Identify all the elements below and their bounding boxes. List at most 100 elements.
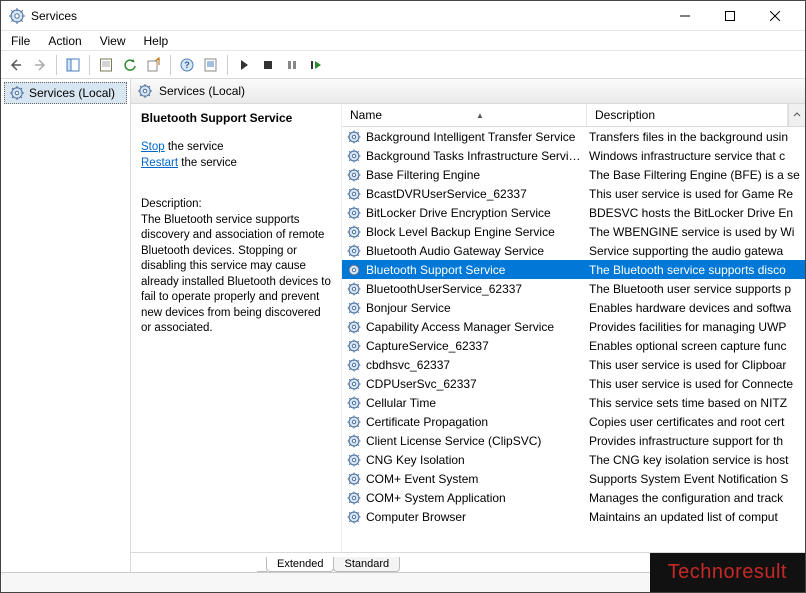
gear-icon (137, 83, 153, 99)
service-name: Background Intelligent Transfer Service (366, 130, 585, 144)
service-description: This user service is used for Connecte (585, 377, 805, 391)
service-description: The Bluetooth user service supports p (585, 282, 805, 296)
service-description: This user service is used for Game Re (585, 187, 805, 201)
menu-action[interactable]: Action (40, 32, 89, 50)
service-name: Block Level Backup Engine Service (366, 225, 585, 239)
pause-service-button[interactable] (281, 54, 303, 76)
service-name: COM+ System Application (366, 491, 585, 505)
gear-icon (346, 300, 362, 316)
separator (56, 55, 57, 75)
gear-icon (346, 262, 362, 278)
service-row[interactable]: BcastDVRUserService_62337This user servi… (342, 184, 805, 203)
service-name: Bonjour Service (366, 301, 585, 315)
service-row[interactable]: Base Filtering EngineThe Base Filtering … (342, 165, 805, 184)
service-description: Copies user certificates and root cert (585, 415, 805, 429)
service-row[interactable]: cbdhsvc_62337This user service is used f… (342, 355, 805, 374)
service-name: CaptureService_62337 (366, 339, 585, 353)
gear-icon (346, 433, 362, 449)
service-row[interactable]: Bluetooth Audio Gateway ServiceService s… (342, 241, 805, 260)
service-row[interactable]: Client License Service (ClipSVC)Provides… (342, 431, 805, 450)
service-description: Transfers files in the background usin (585, 130, 805, 144)
service-description: Provides infrastructure support for th (585, 434, 805, 448)
service-name: Base Filtering Engine (366, 168, 585, 182)
back-button[interactable] (5, 54, 27, 76)
menubar: File Action View Help (1, 31, 805, 51)
start-service-button[interactable] (233, 54, 255, 76)
gear-icon (346, 129, 362, 145)
separator (89, 55, 90, 75)
stop-service-line: Stop the service (141, 140, 331, 156)
service-description: Maintains an updated list of comput (585, 510, 805, 524)
forward-button[interactable] (29, 54, 51, 76)
restart-link[interactable]: Restart (141, 157, 178, 169)
refresh-button[interactable] (119, 54, 141, 76)
toolbar: ? (1, 51, 805, 79)
gear-icon (346, 509, 362, 525)
scroll-up-icon[interactable] (788, 104, 805, 126)
gear-icon (9, 85, 25, 101)
service-row[interactable]: Block Level Backup Engine ServiceThe WBE… (342, 222, 805, 241)
services-list: Name▲ Description Background Intelligent… (341, 104, 805, 552)
service-row[interactable]: Bluetooth Support ServiceThe Bluetooth s… (342, 260, 805, 279)
service-row[interactable]: Bonjour ServiceEnables hardware devices … (342, 298, 805, 317)
sort-indicator-icon: ▲ (476, 111, 484, 120)
service-row[interactable]: Cellular TimeThis service sets time base… (342, 393, 805, 412)
gear-icon (346, 224, 362, 240)
main-body: Bluetooth Support Service Stop the servi… (131, 104, 805, 552)
service-name: BcastDVRUserService_62337 (366, 187, 585, 201)
service-row[interactable]: CNG Key IsolationThe CNG key isolation s… (342, 450, 805, 469)
list-header: Name▲ Description (342, 104, 805, 127)
service-name: Capability Access Manager Service (366, 320, 585, 334)
help-button[interactable]: ? (176, 54, 198, 76)
maximize-button[interactable] (707, 2, 752, 30)
service-row[interactable]: Background Tasks Infrastructure ServiceW… (342, 146, 805, 165)
tab-extended[interactable]: Extended (266, 557, 334, 572)
service-row[interactable]: CDPUserSvc_62337This user service is use… (342, 374, 805, 393)
service-row[interactable]: COM+ System ApplicationManages the confi… (342, 488, 805, 507)
service-description: Provides facilities for managing UWP (585, 320, 805, 334)
service-row[interactable]: BitLocker Drive Encryption ServiceBDESVC… (342, 203, 805, 222)
show-hide-tree-button[interactable] (62, 54, 84, 76)
service-row[interactable]: BluetoothUserService_62337The Bluetooth … (342, 279, 805, 298)
stop-link[interactable]: Stop (141, 141, 165, 153)
service-description: This user service is used for Clipboar (585, 358, 805, 372)
tab-standard[interactable]: Standard (333, 557, 400, 572)
export-list-button[interactable] (143, 54, 165, 76)
close-button[interactable] (752, 2, 797, 30)
gear-icon (346, 452, 362, 468)
content-area: Services (Local) Services (Local) Blueto… (1, 79, 805, 572)
service-description: Enables hardware devices and softwa (585, 301, 805, 315)
nav-services-local[interactable]: Services (Local) (4, 82, 127, 104)
service-name: Computer Browser (366, 510, 585, 524)
column-description-header[interactable]: Description (587, 104, 788, 126)
services-app-icon (9, 8, 25, 24)
stop-service-button[interactable] (257, 54, 279, 76)
menu-help[interactable]: Help (136, 32, 177, 50)
help-topics-button[interactable] (200, 54, 222, 76)
minimize-button[interactable] (662, 2, 707, 30)
window-controls (662, 2, 797, 30)
gear-icon (346, 338, 362, 354)
description-text: The Bluetooth service supports discovery… (141, 213, 331, 337)
gear-icon (346, 167, 362, 183)
restart-service-button[interactable] (305, 54, 327, 76)
service-row[interactable]: Computer BrowserMaintains an updated lis… (342, 507, 805, 526)
menu-file[interactable]: File (3, 32, 38, 50)
properties-button[interactable] (95, 54, 117, 76)
gear-icon (346, 281, 362, 297)
service-description: The WBENGINE service is used by Wi (585, 225, 805, 239)
service-row[interactable]: Certificate PropagationCopies user certi… (342, 412, 805, 431)
nav-tree: Services (Local) (1, 79, 131, 572)
service-row[interactable]: COM+ Event SystemSupports System Event N… (342, 469, 805, 488)
service-name: Cellular Time (366, 396, 585, 410)
restart-service-line: Restart the service (141, 156, 331, 172)
gear-icon (346, 243, 362, 259)
service-row[interactable]: Capability Access Manager ServiceProvide… (342, 317, 805, 336)
service-name: CDPUserSvc_62337 (366, 377, 585, 391)
menu-view[interactable]: View (92, 32, 134, 50)
panel-title: Services (Local) (159, 84, 245, 98)
column-name-header[interactable]: Name▲ (342, 104, 587, 126)
service-row[interactable]: Background Intelligent Transfer ServiceT… (342, 127, 805, 146)
list-body[interactable]: Background Intelligent Transfer ServiceT… (342, 127, 805, 552)
service-row[interactable]: CaptureService_62337Enables optional scr… (342, 336, 805, 355)
